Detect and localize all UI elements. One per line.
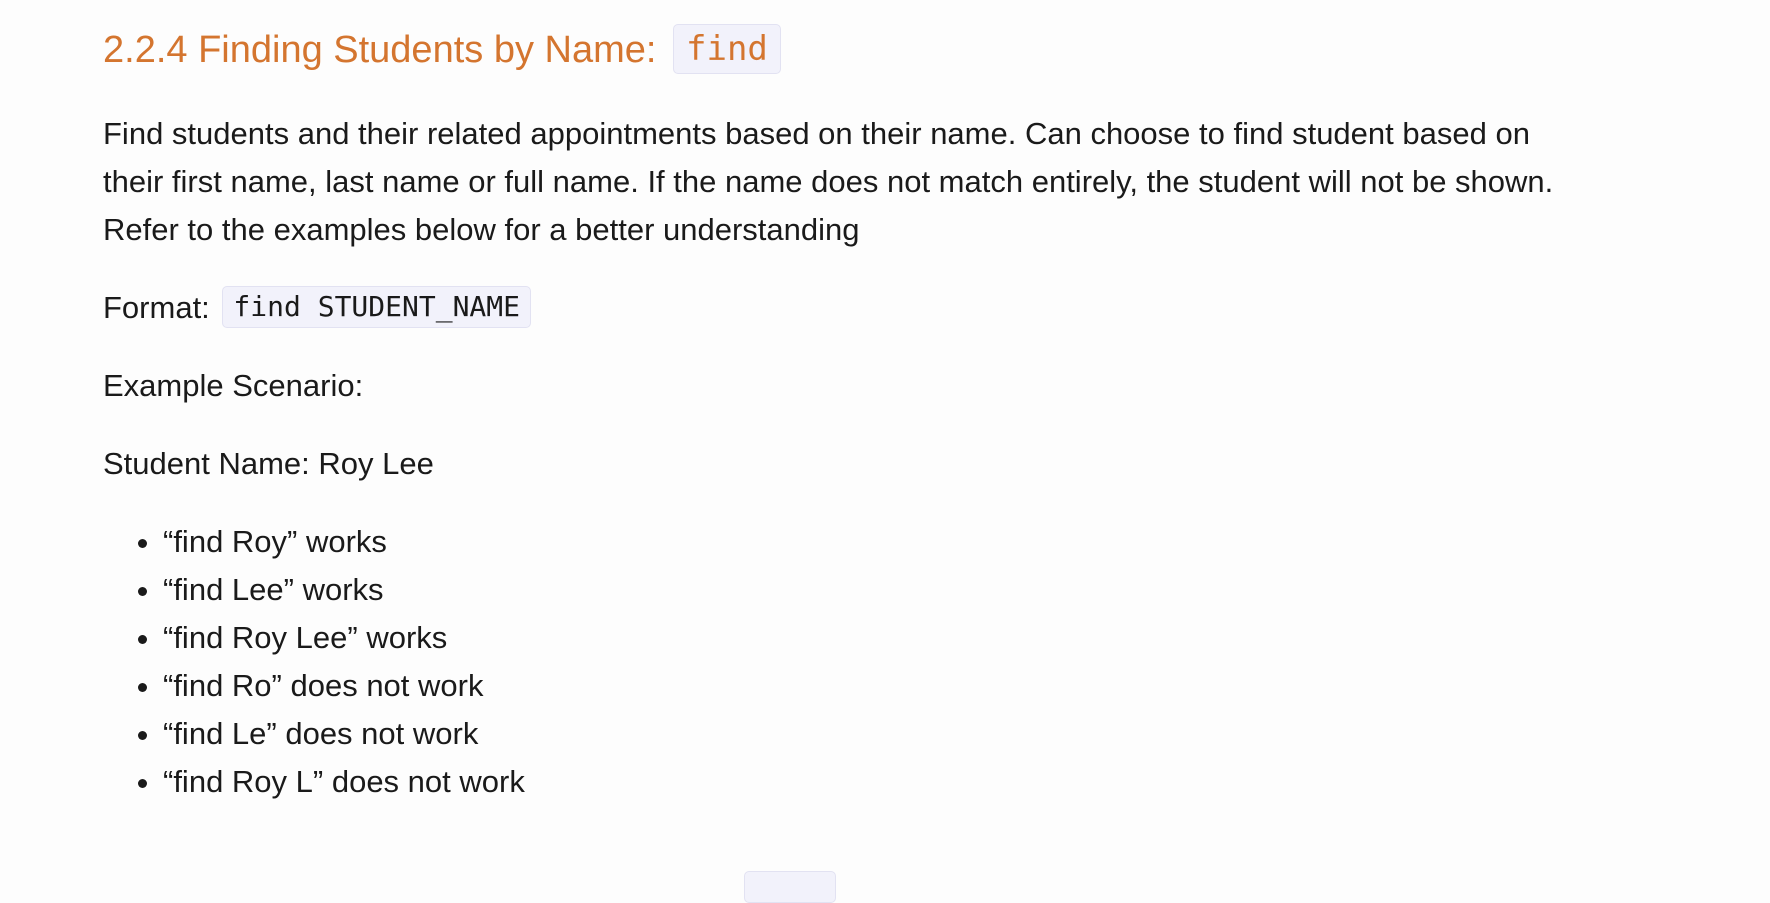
- list-item: “find Ro” does not work: [163, 662, 525, 710]
- format-label: Format:: [103, 290, 210, 325]
- examples-list: “find Roy” works “find Lee” works “find …: [103, 518, 525, 806]
- section-heading-text: 2.2.4 Finding Students by Name:: [103, 29, 657, 71]
- list-item: “find Roy L” does not work: [163, 758, 525, 806]
- format-line: Format: find STUDENT_NAME: [103, 284, 1583, 332]
- format-code: find STUDENT_NAME: [222, 285, 531, 328]
- list-item: “find Le” does not work: [163, 710, 525, 758]
- section-heading: 2.2.4 Finding Students by Name: find: [103, 24, 781, 76]
- intro-paragraph: Find students and their related appointm…: [103, 116, 1554, 247]
- student-name-line: Student Name: Roy Lee: [103, 446, 434, 481]
- example-scenario-label: Example Scenario:: [103, 368, 364, 403]
- inline-code-partial: [744, 871, 836, 903]
- list-item: “find Roy Lee” works: [163, 614, 525, 662]
- list-item: “find Roy” works: [163, 518, 525, 566]
- heading-code: find: [673, 24, 781, 74]
- list-item: “find Lee” works: [163, 566, 525, 614]
